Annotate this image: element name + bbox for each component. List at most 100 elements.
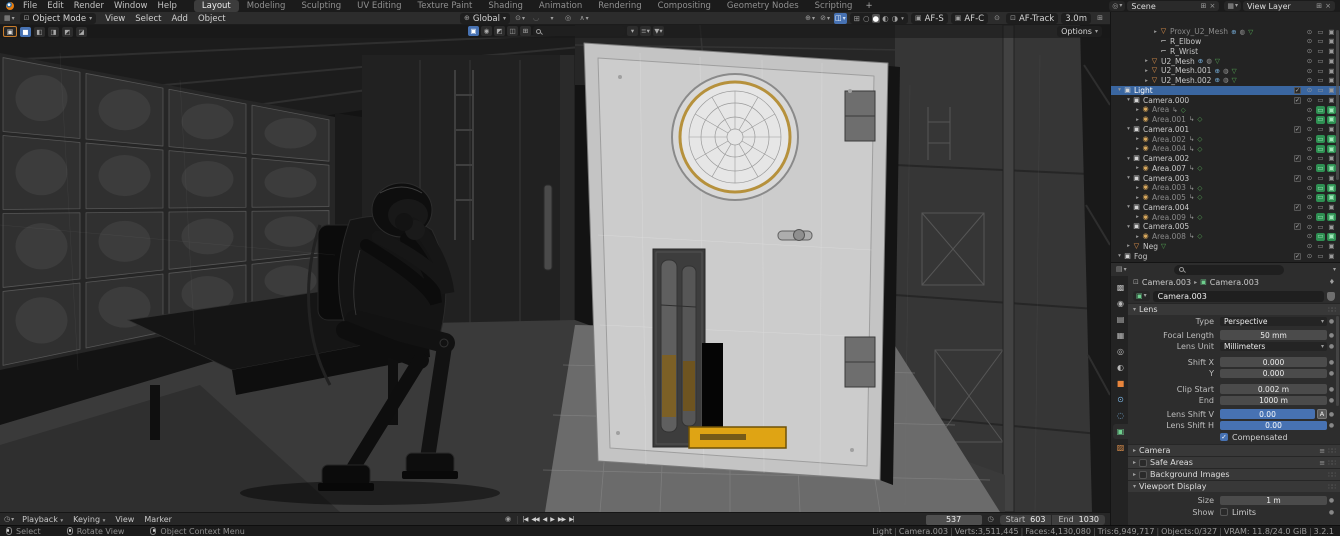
rendered-shading-icon[interactable]: ◑ (891, 14, 900, 23)
auto-keying-toggle[interactable]: ◉ (502, 514, 514, 525)
exclude-checkbox[interactable]: ✓ (1294, 223, 1301, 230)
disable-viewport-icon[interactable]: ▭ (1315, 224, 1326, 231)
exclude-checkbox[interactable]: ✓ (1294, 87, 1301, 94)
properties-tab-tool-icon[interactable]: ▩ (1113, 280, 1128, 295)
expand-arrow-icon[interactable]: ▸ (1143, 78, 1150, 84)
outliner-scrollbar[interactable] (1336, 30, 1339, 180)
tab-rendering[interactable]: Rendering (590, 0, 649, 12)
hide-eye-icon[interactable]: ⊙ (1304, 58, 1315, 65)
current-frame-field[interactable]: 537 (926, 515, 982, 525)
expand-arrow-icon[interactable]: ▾ (1116, 253, 1123, 259)
filter-visibility-icon[interactable]: ◫ (507, 26, 518, 36)
properties-tab-texture-icon[interactable]: ▨ (1113, 440, 1128, 455)
hide-eye-icon[interactable]: ⊙ (1304, 175, 1315, 182)
disable-viewport-icon[interactable]: ▭ (1315, 204, 1326, 211)
next-keyframe-button[interactable]: ▶▶ (556, 516, 567, 523)
properties-tab-render-icon[interactable]: ◉ (1113, 296, 1128, 311)
filter-render-icon[interactable]: ◉ (481, 26, 492, 36)
camera-panel-header[interactable]: ▸Camera≡∷∷ (1128, 444, 1340, 456)
disable-viewport-icon[interactable]: ▭ (1316, 184, 1325, 192)
limits-checkbox[interactable] (1220, 508, 1228, 516)
disable-viewport-icon[interactable]: ▭ (1316, 194, 1325, 202)
toggle-xray-icon[interactable]: ⊞ (853, 14, 861, 23)
view-layer-name-field[interactable]: View Layer ⊞ × (1243, 1, 1335, 11)
disable-viewport-icon[interactable]: ▭ (1315, 38, 1326, 45)
animate-dot[interactable]: ● (1327, 343, 1336, 350)
exclude-checkbox[interactable]: ✓ (1294, 97, 1301, 104)
timeline-menu-view[interactable]: View (110, 515, 139, 524)
disable-render-icon[interactable]: ▣ (1326, 253, 1337, 260)
expand-arrow-icon[interactable]: ▸ (1134, 165, 1141, 171)
snap-settings-dropdown[interactable]: ▾ (546, 13, 558, 24)
outliner-row-neg[interactable]: ▸▽Neg▽⊙▭▣ (1111, 242, 1340, 252)
hide-eye-icon[interactable]: ⊙ (1304, 146, 1315, 153)
disable-viewport-icon[interactable]: ▭ (1315, 58, 1326, 65)
blender-logo-icon[interactable] (6, 2, 14, 10)
viewport-menu-select[interactable]: Select (130, 14, 166, 24)
disable-viewport-icon[interactable]: ▭ (1315, 68, 1326, 75)
jump-to-start-button[interactable]: |◀ (521, 516, 530, 523)
unlink-scene-icon[interactable]: × (1209, 3, 1215, 10)
presets-icon[interactable]: ≡ (1319, 447, 1325, 455)
data-name-field[interactable]: Camera.003 (1153, 291, 1324, 302)
animate-dot[interactable]: ● (1327, 497, 1336, 504)
safe-areas-panel-header[interactable]: ▸Safe Areas≡∷∷ (1128, 456, 1340, 468)
display-mode-dropdown[interactable]: ≡▾ (640, 26, 651, 36)
hide-eye-icon[interactable]: ⊙ (1304, 48, 1315, 55)
animate-dot[interactable]: ● (1327, 509, 1336, 516)
focus-distance-field[interactable]: 3.0m (1061, 13, 1091, 24)
hide-eye-icon[interactable]: ⊙ (1304, 253, 1315, 260)
tab-compositing[interactable]: Compositing (650, 0, 719, 12)
camera-settings-icon[interactable]: ⊞ (1094, 13, 1106, 24)
properties-tab-scene-icon[interactable]: ◎ (1113, 344, 1128, 359)
disable-viewport-icon[interactable]: ▭ (1316, 213, 1325, 221)
hide-eye-icon[interactable]: ⊙ (1304, 136, 1315, 143)
properties-tab-physics-icon[interactable]: ◌ (1113, 408, 1128, 423)
disable-viewport-icon[interactable]: ▭ (1316, 145, 1325, 153)
animate-dot[interactable]: ● (1327, 386, 1336, 393)
timeline-editor-type-button[interactable]: ◷▾ (3, 514, 15, 525)
show-gizmo-dropdown[interactable]: ⊕▾ (804, 13, 816, 24)
safe-areas-checkbox[interactable] (1139, 459, 1147, 467)
filter-search-input[interactable] (544, 27, 614, 36)
animate-dot[interactable]: ● (1327, 318, 1336, 325)
clip-end-field[interactable]: 1000 m (1220, 396, 1327, 406)
hide-eye-icon[interactable]: ⊙ (1304, 87, 1315, 94)
filter-select-icon[interactable]: ◩ (494, 26, 505, 36)
lens-type-dropdown[interactable]: Perspective▾ (1220, 317, 1327, 327)
tab-geometry-nodes[interactable]: Geometry Nodes (719, 0, 807, 12)
expand-arrow-icon[interactable]: ▸ (1134, 117, 1141, 123)
scene-browse-button[interactable]: ◎▾ (1109, 1, 1125, 11)
disable-render-icon[interactable]: ▣ (1327, 135, 1336, 143)
disable-render-icon[interactable]: ▣ (1326, 243, 1337, 250)
expand-arrow-icon[interactable]: ▾ (1116, 87, 1123, 93)
panel-grip-icon[interactable]: ∷∷ (1328, 447, 1335, 455)
af-track-button[interactable]: ⊡AF-Track (1006, 13, 1058, 24)
expand-arrow-icon[interactable]: ▸ (1134, 185, 1141, 191)
shift-y-field[interactable]: 0.000 (1220, 369, 1327, 379)
pivot-point-dropdown[interactable]: ⊙▾ (514, 13, 526, 24)
preview-range-icon[interactable]: ◷ (985, 514, 997, 525)
disable-viewport-icon[interactable]: ▭ (1315, 126, 1326, 133)
proportional-falloff-dropdown[interactable]: ∧▾ (578, 13, 590, 24)
proportional-editing-toggle[interactable]: ◎ (562, 13, 574, 24)
exclude-checkbox[interactable]: ✓ (1294, 126, 1301, 133)
jump-to-end-button[interactable]: ▶| (567, 516, 576, 523)
disable-viewport-icon[interactable]: ▭ (1316, 116, 1325, 124)
hide-eye-icon[interactable]: ⊙ (1304, 126, 1315, 133)
exclude-checkbox[interactable]: ✓ (1294, 204, 1301, 211)
properties-scrollbar[interactable] (1336, 316, 1339, 406)
focal-length-field[interactable]: 50 mm (1220, 330, 1327, 340)
mode-dropdown[interactable]: ⊡Object Mode▾ (20, 13, 96, 24)
disable-render-icon[interactable]: ▣ (1327, 184, 1336, 192)
expand-arrow-icon[interactable]: ▸ (1143, 68, 1150, 74)
hide-eye-icon[interactable]: ⊙ (1304, 68, 1315, 75)
expand-arrow-icon[interactable]: ▸ (1134, 146, 1141, 152)
editor-type-button[interactable]: ▦▾ (3, 13, 16, 24)
menu-file[interactable]: File (18, 1, 42, 11)
outliner-row-u2-mesh-001[interactable]: ▸▽U2_Mesh.001⊕◍▽⊙▭▣ (1111, 66, 1340, 76)
properties-tab-view-layer-icon[interactable]: ▦ (1113, 328, 1128, 343)
hide-eye-icon[interactable]: ⊙ (1304, 204, 1315, 211)
outliner-row-r-elbow[interactable]: ⌐R_Elbow⊙▭▣ (1111, 37, 1340, 47)
select-mode-extend[interactable]: ◧ (34, 27, 45, 37)
